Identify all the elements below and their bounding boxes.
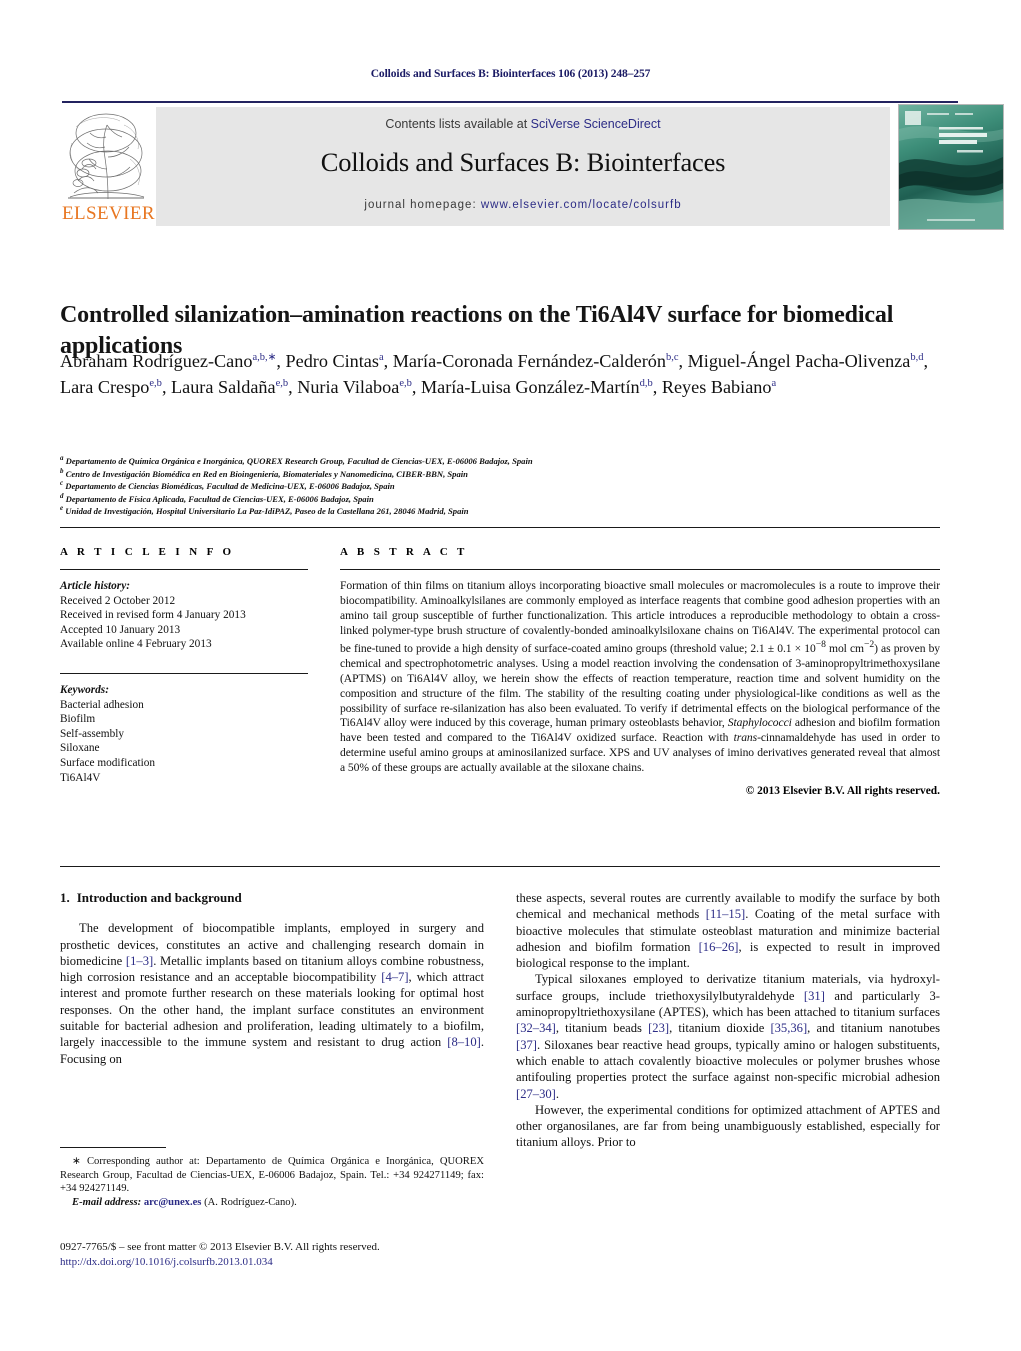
abstract-rule [340,569,940,570]
article-history: Article history: Received 2 October 2012… [60,579,308,652]
article-info-block: A R T I C L E I N F O Article history: R… [60,546,308,785]
keywords-label: Keywords: [60,683,109,696]
email-link[interactable]: arc@unex.es [144,1197,202,1208]
homepage-prefix: journal homepage: [364,199,481,211]
journal-cover-thumbnail [898,104,1004,230]
masthead-panel: Contents lists available at SciVerse Sci… [156,107,890,226]
body-top-rule [60,866,940,867]
intro-paragraph-4: However, the experimental conditions for… [516,1102,940,1150]
keyword-item: Ti6Al4V [60,771,101,784]
affiliation-a: a Departamento de Química Orgánica e Ino… [60,454,533,466]
info-top-rule [60,527,940,528]
keyword-item: Self-assembly [60,727,125,740]
affiliation-b: b Centro de Investigación Biomédica en R… [60,466,468,479]
email-line: E-mail address: arc@unex.es (A. Rodrígue… [60,1196,484,1210]
keyword-item: Bacterial adhesion [60,698,144,711]
affiliation-d: d Departamento de Física Aplicada, Facul… [60,491,374,504]
journal-homepage-line: journal homepage: www.elsevier.com/locat… [156,199,890,211]
elsevier-wordmark: ELSEVIER [62,203,155,224]
keyword-item: Biofilm [60,713,96,726]
section-name: Introduction and background [76,890,242,905]
running-head: Colloids and Surfaces B: Biointerfaces 1… [370,68,651,80]
body-column-right: these aspects, several routes are curren… [516,890,940,1151]
article-history-item: Received 2 October 2012 [60,594,176,607]
keyword-item: Siloxane [60,742,100,755]
article-page: Colloids and Surfaces B: Biointerfaces 1… [0,0,1021,1351]
affiliation-c: c Departamento de Ciencias Biomédicas, F… [60,479,395,492]
sciencedirect-link[interactable]: SciVerse ScienceDirect [531,117,661,131]
keyword-items: Bacterial adhesion Biofilm Self-assembly Si… [60,698,308,786]
corresponding-author-note: ∗ Corresponding author at: Departamento … [60,1155,484,1209]
journal-title: Colloids and Surfaces B: Biointerfaces [320,147,726,177]
section-heading-introduction: 1. Introduction and background [60,890,484,906]
affiliation-e: e Unidad de Investigación, Hospital Univ… [60,504,469,517]
intro-paragraph-2: these aspects, several routes are curren… [516,891,940,971]
front-matter-line: 0927-7765/$ – see front matter © 2013 El… [60,1241,380,1253]
front-matter-block: 0927-7765/$ – see front matter © 2013 El… [60,1240,500,1270]
contents-prefix: Contents lists available at [385,117,531,131]
abstract-block: A B S T R A C T Formation of thin films … [340,546,940,797]
abstract-copyright: © 2013 Elsevier B.V. All rights reserved… [745,784,940,797]
doi-link[interactable]: http://dx.doi.org/10.1016/j.colsurfb.201… [60,1255,500,1270]
article-history-label: Article history: [60,580,130,592]
author-list: Abraham Rodríguez-Canoa,b,∗, Pedro Cinta… [60,351,928,397]
journal-homepage-link[interactable]: www.elsevier.com/locate/colsurfb [481,199,682,211]
corresponding-author-text: ∗ Corresponding author at: Departamento … [60,1156,484,1195]
masthead-top-rule [62,101,958,103]
article-info-rule-1 [60,569,308,570]
affiliation-list: a Departamento de Química Orgánica e Ino… [60,455,960,518]
body-column-left: 1. Introduction and background The develo… [60,890,484,1067]
intro-paragraph-1: The development of biocompatible implant… [60,921,485,1066]
article-info-rule-2 [60,672,308,674]
journal-masthead: ELSEVIER Contents lists available at Sci… [62,101,1004,230]
contents-available-line: Contents lists available at SciVerse Sci… [156,117,890,131]
email-suffix: (A. Rodríguez-Cano). [204,1196,297,1208]
keyword-item: Surface modification [60,756,156,769]
article-history-item: Received in revised form 4 January 2013 [60,609,246,622]
section-number: 1. [60,890,70,905]
elsevier-tree-icon [64,107,148,201]
abstract-heading: A B S T R A C T [340,546,468,558]
keywords: Keywords: Bacterial adhesion Biofilm Self-… [60,683,308,785]
footnote-rule [60,1147,166,1148]
article-info-heading: A R T I C L E I N F O [60,546,235,558]
article-history-item: Accepted 10 January 2013 [60,623,181,636]
article-history-item: Available online 4 February 2013 [60,638,212,651]
elsevier-logo: ELSEVIER [62,105,155,227]
abstract-text: Formation of thin films on titanium allo… [340,579,941,774]
email-label: E-mail address: [72,1196,142,1208]
article-history-items: Received 2 October 2012 Received in revis… [60,594,308,652]
intro-paragraph-3: Typical siloxanes employed to derivatize… [516,972,940,1101]
